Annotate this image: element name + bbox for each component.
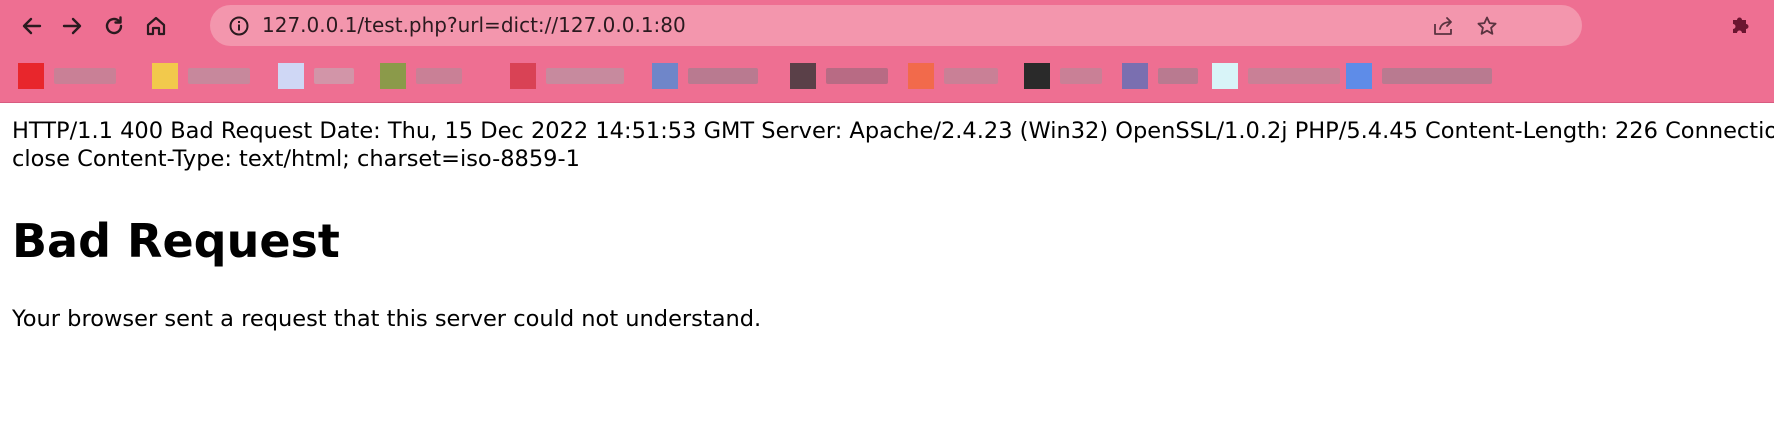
bookmark-item[interactable] — [510, 62, 624, 90]
bookmark-item[interactable] — [908, 62, 998, 90]
bookmark-item[interactable] — [1346, 62, 1492, 90]
bookmark-item[interactable] — [790, 62, 888, 90]
extensions-button[interactable] — [1724, 9, 1758, 43]
puzzle-icon — [1729, 12, 1753, 40]
bookmark-label-blurred — [944, 68, 998, 84]
bookmark-label-blurred — [188, 68, 250, 84]
bookmark-favicon-icon — [380, 63, 406, 89]
bookmark-label-blurred — [1382, 68, 1492, 84]
reload-icon — [103, 15, 125, 37]
share-icon[interactable] — [1432, 15, 1454, 37]
bookmark-favicon-icon — [1346, 63, 1372, 89]
bookmark-label-blurred — [416, 68, 462, 84]
info-circle-icon[interactable] — [228, 15, 250, 37]
bookmarks-bar — [0, 52, 1774, 103]
browser-toolbar: 127.0.0.1/test.php?url=dict://127.0.0.1:… — [0, 0, 1774, 52]
arrow-left-icon — [21, 15, 43, 37]
bookmark-label-blurred — [1158, 68, 1198, 84]
bookmark-favicon-icon — [152, 63, 178, 89]
url-text[interactable]: 127.0.0.1/test.php?url=dict://127.0.0.1:… — [262, 5, 686, 46]
bookmark-favicon-icon — [1024, 63, 1050, 89]
bookmark-item[interactable] — [1212, 62, 1340, 90]
back-button[interactable] — [14, 8, 50, 44]
bookmark-item[interactable] — [1122, 62, 1198, 90]
home-icon — [145, 15, 167, 37]
bookmark-item[interactable] — [152, 62, 250, 90]
raw-response-headers: HTTP/1.1 400 Bad Request Date: Thu, 15 D… — [12, 117, 1774, 173]
page-title: Bad Request — [12, 214, 340, 268]
reload-button[interactable] — [96, 8, 132, 44]
bookmark-label-blurred — [688, 68, 758, 84]
bookmark-item[interactable] — [380, 62, 462, 90]
bookmark-item[interactable] — [278, 62, 354, 90]
bookmark-label-blurred — [826, 68, 888, 84]
bookmark-favicon-icon — [652, 63, 678, 89]
error-message: Your browser sent a request that this se… — [12, 306, 762, 332]
bookmark-label-blurred — [1248, 68, 1340, 84]
home-button[interactable] — [138, 8, 174, 44]
address-bar[interactable]: 127.0.0.1/test.php?url=dict://127.0.0.1:… — [210, 5, 1582, 46]
bookmark-favicon-icon — [790, 63, 816, 89]
bookmark-item[interactable] — [652, 62, 758, 90]
bookmark-favicon-icon — [1122, 63, 1148, 89]
bookmark-favicon-icon — [1212, 63, 1238, 89]
page-content: HTTP/1.1 400 Bad Request Date: Thu, 15 D… — [0, 103, 1774, 422]
raw-response-line-2: Content-Type: text/html; charset=iso-885… — [77, 146, 580, 172]
star-icon[interactable] — [1476, 15, 1498, 37]
bookmark-label-blurred — [546, 68, 624, 84]
bookmark-item[interactable] — [18, 62, 116, 90]
bookmark-item[interactable] — [1024, 62, 1102, 90]
forward-button[interactable] — [54, 8, 90, 44]
bookmark-label-blurred — [1060, 68, 1102, 84]
arrow-right-icon — [61, 15, 83, 37]
bookmark-favicon-icon — [278, 63, 304, 89]
bookmark-favicon-icon — [510, 63, 536, 89]
bookmark-label-blurred — [314, 68, 354, 84]
bookmark-favicon-icon — [908, 63, 934, 89]
bookmark-label-blurred — [54, 68, 116, 84]
bookmark-favicon-icon — [18, 63, 44, 89]
